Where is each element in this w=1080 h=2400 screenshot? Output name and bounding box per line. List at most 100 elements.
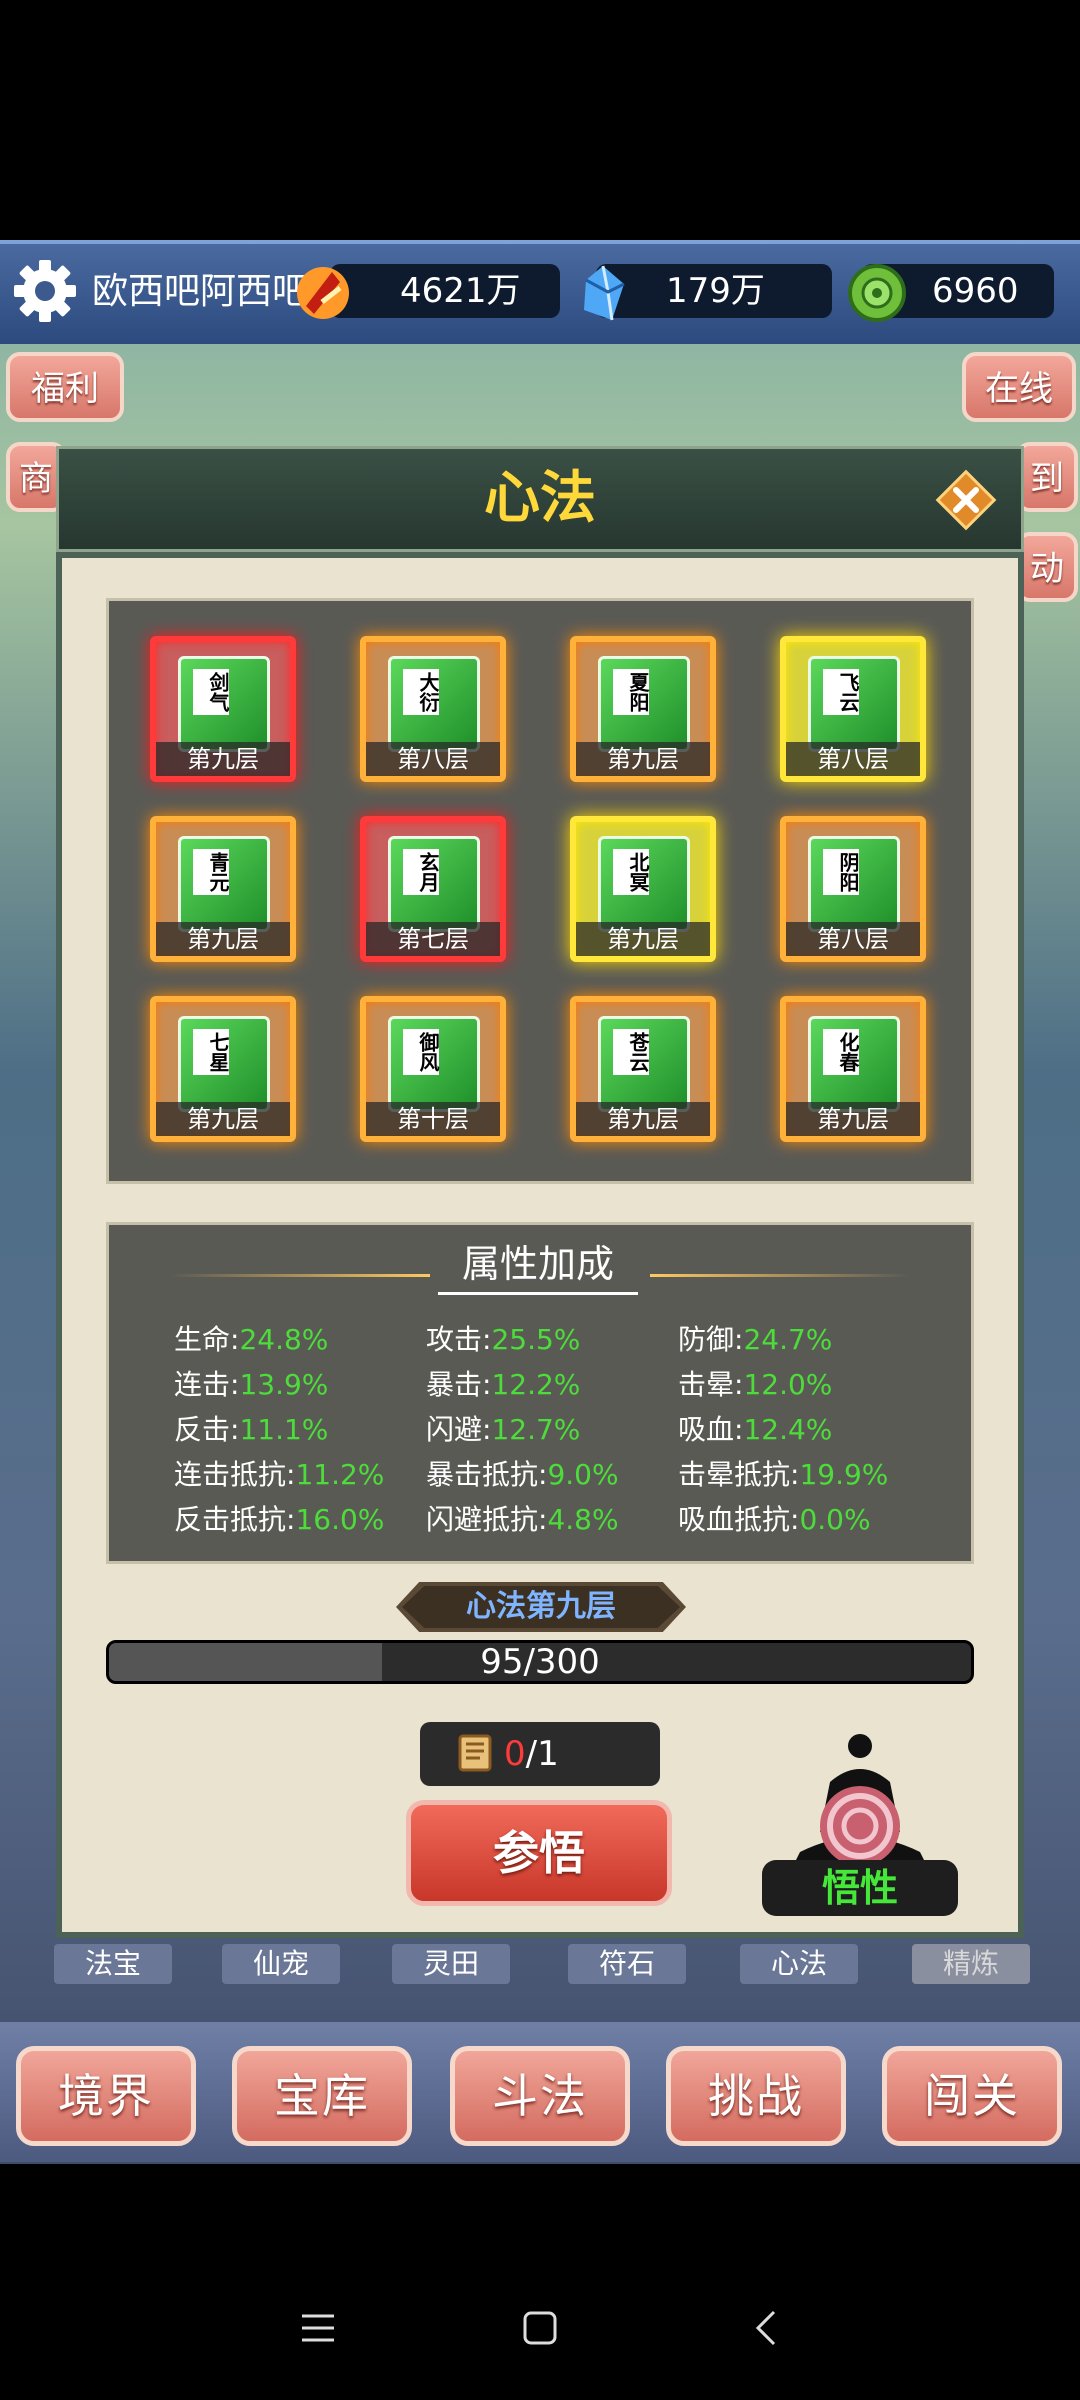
battle-power-icon	[292, 262, 354, 324]
xinfa-book-item[interactable]: 玄月 第七层	[360, 816, 506, 962]
cost-have-count: 0	[504, 1734, 526, 1774]
online-button[interactable]: 在线	[962, 352, 1076, 422]
close-icon[interactable]	[934, 468, 998, 532]
attribute-stat: 连击:13.9%	[174, 1365, 328, 1405]
book-cover-icon: 夏阳	[598, 656, 690, 752]
attribute-label: 击晕:	[678, 1368, 744, 1401]
attribute-value: 12.2%	[491, 1368, 581, 1401]
book-cover-icon: 玄月	[388, 836, 480, 932]
attribute-stat: 防御:24.7%	[678, 1320, 832, 1360]
xinfa-book-item[interactable]: 大衍 第八层	[360, 636, 506, 782]
settings-gear-icon[interactable]	[10, 256, 80, 326]
attribute-label: 闪避抵抗:	[426, 1503, 548, 1536]
book-layer: 第九层	[156, 1102, 290, 1136]
xinfa-book-item[interactable]: 剑气 第九层	[150, 636, 296, 782]
attribute-value: 24.7%	[743, 1323, 833, 1356]
attribute-label: 连击:	[174, 1368, 240, 1401]
book-layer: 第九层	[156, 922, 290, 956]
attribute-stat: 击晕:12.0%	[678, 1365, 832, 1405]
system-menu-icon[interactable]	[300, 2310, 336, 2350]
dialog-title: 心法	[484, 466, 596, 531]
xinfa-book-item[interactable]: 御风 第十层	[360, 996, 506, 1142]
book-cover-icon: 御风	[388, 1016, 480, 1112]
book-layer: 第九层	[576, 922, 710, 956]
book-name: 飞云	[823, 669, 860, 715]
tab-fabao[interactable]: 法宝	[54, 1944, 172, 1984]
xinfa-book-item[interactable]: 七星 第九层	[150, 996, 296, 1142]
book-name: 苍云	[613, 1029, 650, 1075]
exp-progress-text: 95/300	[480, 1642, 600, 1682]
attribute-stat: 吸血:12.4%	[678, 1410, 832, 1450]
player-name: 欧西吧阿西吧	[92, 271, 309, 312]
attribute-stat: 击晕抵抗:19.9%	[678, 1455, 888, 1495]
attribute-stat: 反击抵抗:16.0%	[174, 1500, 384, 1540]
book-name: 化春	[823, 1029, 860, 1075]
attribute-stat: 闪避抵抗:4.8%	[426, 1500, 619, 1540]
xinfa-book-item[interactable]: 阴阳 第八层	[780, 816, 926, 962]
attribute-bonus-title: 属性加成	[438, 1236, 638, 1295]
attribute-value: 0.0%	[799, 1503, 871, 1536]
tab-xinfa[interactable]: 心法	[740, 1944, 858, 1984]
attribute-value: 12.4%	[743, 1413, 833, 1446]
book-layer: 第九层	[576, 742, 710, 776]
tab-jinglian[interactable]: 精炼	[912, 1944, 1030, 1984]
nav-jingjie-button[interactable]: 境界	[16, 2046, 196, 2146]
attribute-value: 12.7%	[491, 1413, 581, 1446]
xinfa-book-item[interactable]: 夏阳 第九层	[570, 636, 716, 782]
xinfa-book-item[interactable]: 苍云 第九层	[570, 996, 716, 1142]
crystal-icon	[572, 262, 634, 324]
attribute-value: 13.9%	[239, 1368, 329, 1401]
attribute-value: 25.5%	[491, 1323, 581, 1356]
book-name: 大衍	[403, 669, 440, 715]
attribute-stat: 闪避:12.7%	[426, 1410, 580, 1450]
system-home-icon[interactable]	[522, 2310, 558, 2350]
tab-fushi[interactable]: 符石	[568, 1944, 686, 1984]
battle-power-pill: 4621万	[330, 264, 560, 318]
attribute-label: 攻击:	[426, 1323, 492, 1356]
welfare-button[interactable]: 福利	[6, 352, 124, 422]
attribute-value: 4.8%	[547, 1503, 619, 1536]
xinfa-level-label: 心法第九层	[402, 1586, 680, 1628]
book-cover-icon: 七星	[178, 1016, 270, 1112]
nav-doufa-button[interactable]: 斗法	[450, 2046, 630, 2146]
battle-power-value: 4621万	[400, 271, 521, 311]
xinfa-book-item[interactable]: 飞云第八层	[780, 636, 926, 782]
nav-baoku-button[interactable]: 宝库	[232, 2046, 412, 2146]
book-name: 北冥	[613, 849, 650, 895]
xinfa-book-item[interactable]: 化春 第九层	[780, 996, 926, 1142]
xinfa-book-item[interactable]: 青元第九层	[150, 816, 296, 962]
book-layer: 第八层	[786, 742, 920, 776]
attribute-stat: 攻击:25.5%	[426, 1320, 580, 1360]
attribute-value: 9.0%	[547, 1458, 619, 1491]
book-name: 御风	[403, 1029, 440, 1075]
attribute-stat: 连击抵抗:11.2%	[174, 1455, 384, 1495]
attribute-value: 12.0%	[743, 1368, 833, 1401]
attribute-label: 连击抵抗:	[174, 1458, 296, 1491]
nav-chuangguan-button[interactable]: 闯关	[882, 2046, 1062, 2146]
activity-button-partial[interactable]: 动	[1016, 532, 1078, 602]
jade-coin-icon	[846, 262, 908, 324]
attribute-label: 反击:	[174, 1413, 240, 1446]
attr-title-ornament-right	[650, 1274, 910, 1277]
book-layer: 第七层	[366, 922, 500, 956]
book-cover-icon: 化春	[808, 1016, 900, 1112]
book-cover-icon: 飞云	[808, 656, 900, 752]
xinfa-book-item[interactable]: 北冥第九层	[570, 816, 716, 962]
book-layer: 第九层	[156, 742, 290, 776]
tab-xianchong[interactable]: 仙宠	[222, 1944, 340, 1984]
attribute-label: 防御:	[678, 1323, 744, 1356]
attribute-value: 11.1%	[239, 1413, 329, 1446]
attribute-label: 反击抵抗:	[174, 1503, 296, 1536]
book-name: 青元	[193, 849, 230, 895]
nav-tiaozhan-button[interactable]: 挑战	[666, 2046, 846, 2146]
checkin-button-partial[interactable]: 到	[1016, 442, 1078, 512]
attribute-stat: 生命:24.8%	[174, 1320, 328, 1360]
jade-coin-value: 6960	[932, 271, 1019, 311]
attribute-label: 吸血:	[678, 1413, 744, 1446]
system-back-icon[interactable]	[748, 2310, 784, 2350]
enlightenment-label[interactable]: 悟性	[762, 1860, 958, 1916]
tab-lingtian[interactable]: 灵田	[392, 1944, 510, 1984]
book-cover-icon: 北冥	[598, 836, 690, 932]
comprehend-button[interactable]: 参悟	[406, 1800, 672, 1906]
attribute-value: 11.2%	[295, 1458, 385, 1491]
